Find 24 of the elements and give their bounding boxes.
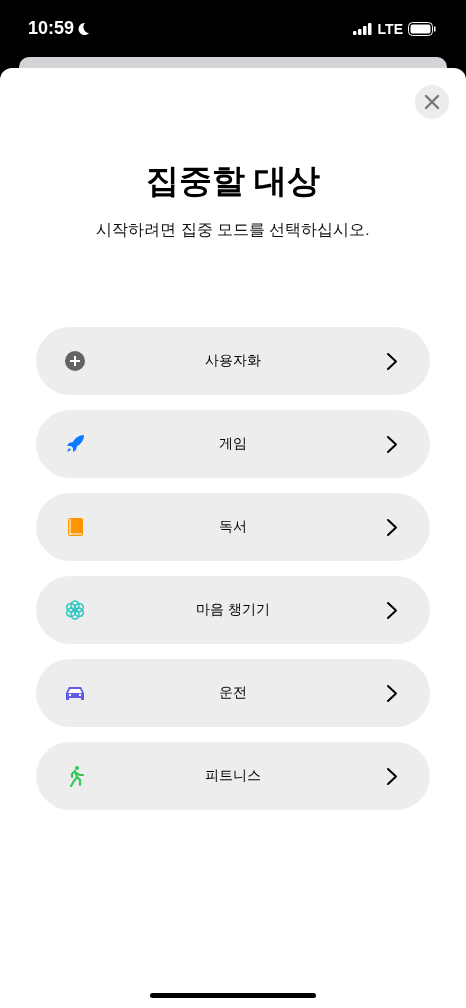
focus-mode-item[interactable]: 독서: [36, 493, 430, 561]
rocket-icon: [64, 433, 86, 455]
sheet-subtitle: 시작하려면 집중 모드를 선택하십시오.: [96, 220, 370, 240]
chevron-icon: [386, 684, 398, 703]
sheet-title: 집중할 대상: [145, 161, 321, 201]
close-icon: [424, 94, 440, 110]
battery-icon: [408, 21, 436, 36]
focus-mode-item[interactable]: 피트니스: [36, 742, 430, 810]
focus-mode-item[interactable]: 운전: [36, 659, 430, 727]
network-label: LTE: [377, 20, 403, 37]
focus-mode-item[interactable]: 게임: [36, 410, 430, 478]
chevron-icon: [386, 435, 398, 454]
chevron-icon: [386, 601, 398, 620]
focus-mode-item[interactable]: 마음 챙기기: [36, 576, 430, 644]
status-time: 10:59: [28, 18, 91, 39]
signal-icon: [352, 22, 373, 35]
focus-mode-item[interactable]: 사용자화: [36, 327, 430, 395]
chevron-icon: [386, 352, 398, 371]
close-button[interactable]: [415, 85, 449, 119]
chevron-icon: [386, 518, 398, 537]
moon-icon: [77, 21, 91, 36]
chevron-icon: [386, 767, 398, 786]
flower-icon: [64, 599, 86, 621]
plus-icon: [64, 350, 86, 372]
